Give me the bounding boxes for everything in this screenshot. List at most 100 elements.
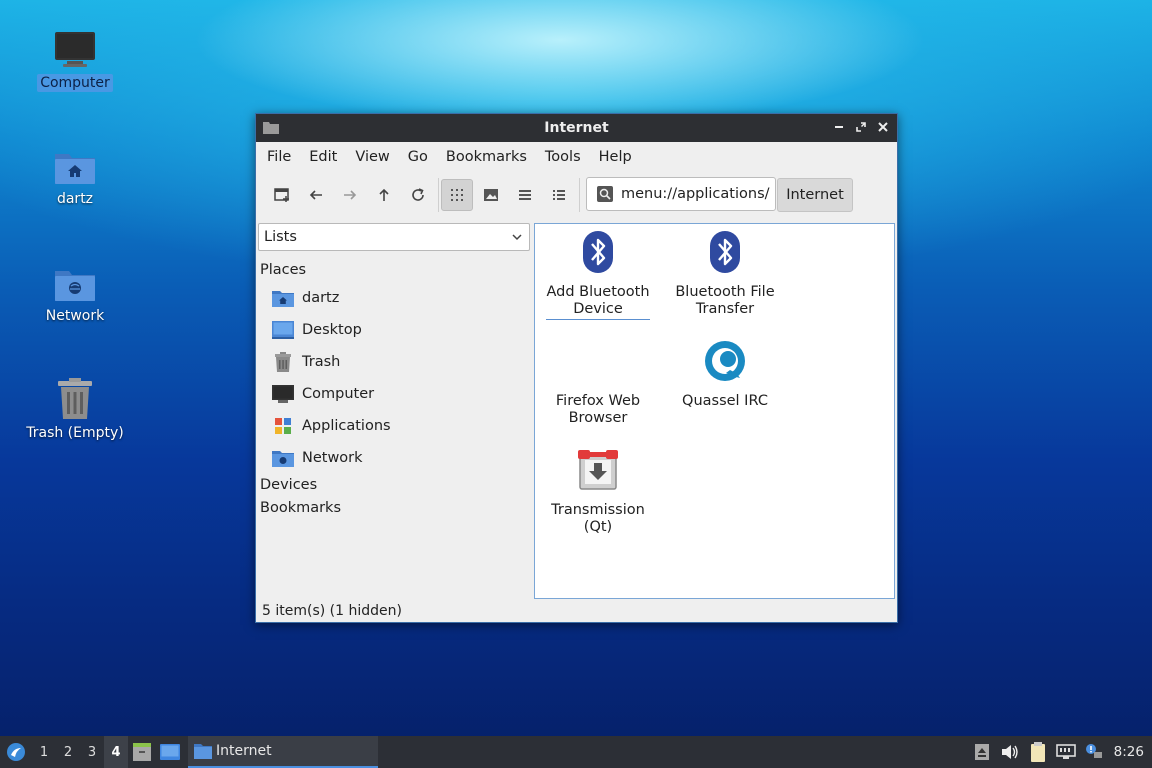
compact-view-button[interactable] [509,179,541,211]
arrow-up-icon [379,188,389,201]
desktop-icon-label: Trash (Empty) [26,425,124,441]
up-button[interactable] [368,179,400,211]
menu-tools[interactable]: Tools [536,149,590,165]
desktop-icon-computer[interactable]: Computer [20,22,130,92]
thumbnail-view-button[interactable] [475,179,507,211]
start-menu-button[interactable] [0,736,32,768]
applications-icon [272,415,294,437]
place-applications[interactable]: Applications [258,410,530,442]
show-desktop-button[interactable] [156,736,184,768]
app-item-label: (Qt) [583,519,613,535]
desktop-icon-dartz[interactable]: dartz [20,138,130,208]
volume-icon[interactable] [996,736,1024,768]
folder-icon [194,744,212,759]
folder-view[interactable]: Add Bluetooth Device Bluetooth File Tran… [534,223,895,599]
file-manager-launcher[interactable] [128,736,156,768]
app-item-label: Transfer [695,301,755,317]
desktop-icon-trash[interactable]: Trash (Empty) [20,372,130,442]
empty-icon [576,339,620,383]
status-bar: 5 item(s) (1 hidden) [262,603,402,619]
app-item-label: Add Bluetooth [546,284,650,300]
back-button[interactable] [300,179,332,211]
search-icon [597,186,613,202]
app-item-bluetooth-file-transfer[interactable]: Bluetooth File Transfer [665,230,785,318]
eject-icon[interactable] [968,736,996,768]
breadcrumb-internet[interactable]: Internet [777,178,853,212]
minimize-icon[interactable] [831,119,847,135]
app-item-label: Transmission [551,502,645,518]
desktop-switch-4[interactable]: 4 [104,736,128,768]
desktop-icon-network[interactable]: Network [20,255,130,325]
task-internet[interactable]: Internet [188,736,378,768]
menu-go[interactable]: Go [399,149,437,165]
home-folder-icon [51,138,99,186]
chevron-down-icon [511,231,523,247]
lubuntu-logo-icon [7,743,25,761]
side-pane-mode-value: Lists [264,229,297,245]
desktop-switch-2[interactable]: 2 [56,736,80,768]
place-label: Applications [302,418,391,434]
trash-icon [51,372,99,420]
app-item-transmission[interactable]: Transmission (Qt) [538,448,658,536]
notification-icon[interactable] [1080,736,1108,768]
maximize-icon[interactable] [853,119,869,135]
menu-bar: File Edit View Go Bookmarks Tools Help [256,142,897,172]
system-tray: 8:26 [968,736,1152,768]
clock[interactable]: 8:26 [1108,744,1152,760]
app-item-quassel-irc[interactable]: Quassel IRC [665,339,785,410]
forward-button[interactable] [334,179,366,211]
reload-button[interactable] [402,179,434,211]
arrow-right-icon [344,190,357,200]
arrow-left-icon [309,190,322,200]
devices-header[interactable]: Devices [258,474,530,497]
quassel-icon [703,339,747,383]
place-desktop[interactable]: Desktop [258,314,530,346]
home-folder-icon [272,287,294,309]
menu-edit[interactable]: Edit [300,149,346,165]
menu-view[interactable]: View [346,149,398,165]
place-trash[interactable]: Trash [258,346,530,378]
taskbar: 1 2 3 4 Internet 8:26 [0,736,1152,768]
app-item-label: Quassel IRC [682,393,768,409]
app-item-firefox-web-browser[interactable]: Firefox Web Browser [538,339,658,427]
detailed-view-button[interactable] [543,179,575,211]
grid-icon [451,189,463,201]
desktop-switch-1[interactable]: 1 [32,736,56,768]
place-computer[interactable]: Computer [258,378,530,410]
path-text: menu://applications/ [621,186,770,202]
icon-view-button[interactable] [441,179,473,211]
desktop-icon [160,744,180,760]
app-item-add-bluetooth-device[interactable]: Add Bluetooth Device [538,230,658,320]
window-titlebar[interactable]: Internet [256,114,897,142]
clipboard-icon[interactable] [1024,736,1052,768]
computer-icon [51,22,99,70]
network-status-icon[interactable] [1052,736,1080,768]
close-icon[interactable] [875,119,891,135]
trash-icon [272,351,294,373]
place-network[interactable]: Network [258,442,530,474]
menu-bookmarks[interactable]: Bookmarks [437,149,536,165]
desktop-switch-3[interactable]: 3 [80,736,104,768]
side-pane-mode-select[interactable]: Lists [258,223,530,251]
new-tab-button[interactable] [266,179,298,211]
place-label: Trash [302,354,341,370]
toolbar: menu://applications/ Internet [256,172,897,218]
place-label: dartz [302,290,340,306]
place-label: Network [302,450,363,466]
menu-file[interactable]: File [258,149,300,165]
app-item-label: Firefox Web [555,393,641,409]
place-label: Desktop [302,322,362,338]
path-input[interactable]: menu://applications/ [586,177,776,211]
bluetooth-icon [703,230,747,274]
places-header[interactable]: Places [258,259,530,282]
desktop-icon-label: dartz [56,191,94,207]
computer-icon [272,383,294,405]
app-item-label: Device [573,301,623,317]
bluetooth-icon [576,230,620,274]
menu-help[interactable]: Help [590,149,641,165]
file-manager-window[interactable]: Internet File Edit View Go Bookmarks Too… [255,113,898,623]
list-compact-icon [519,190,531,200]
side-pane: Lists Places dartz Desktop Trash Compute… [258,223,530,601]
place-dartz[interactable]: dartz [258,282,530,314]
bookmarks-header[interactable]: Bookmarks [258,497,530,520]
